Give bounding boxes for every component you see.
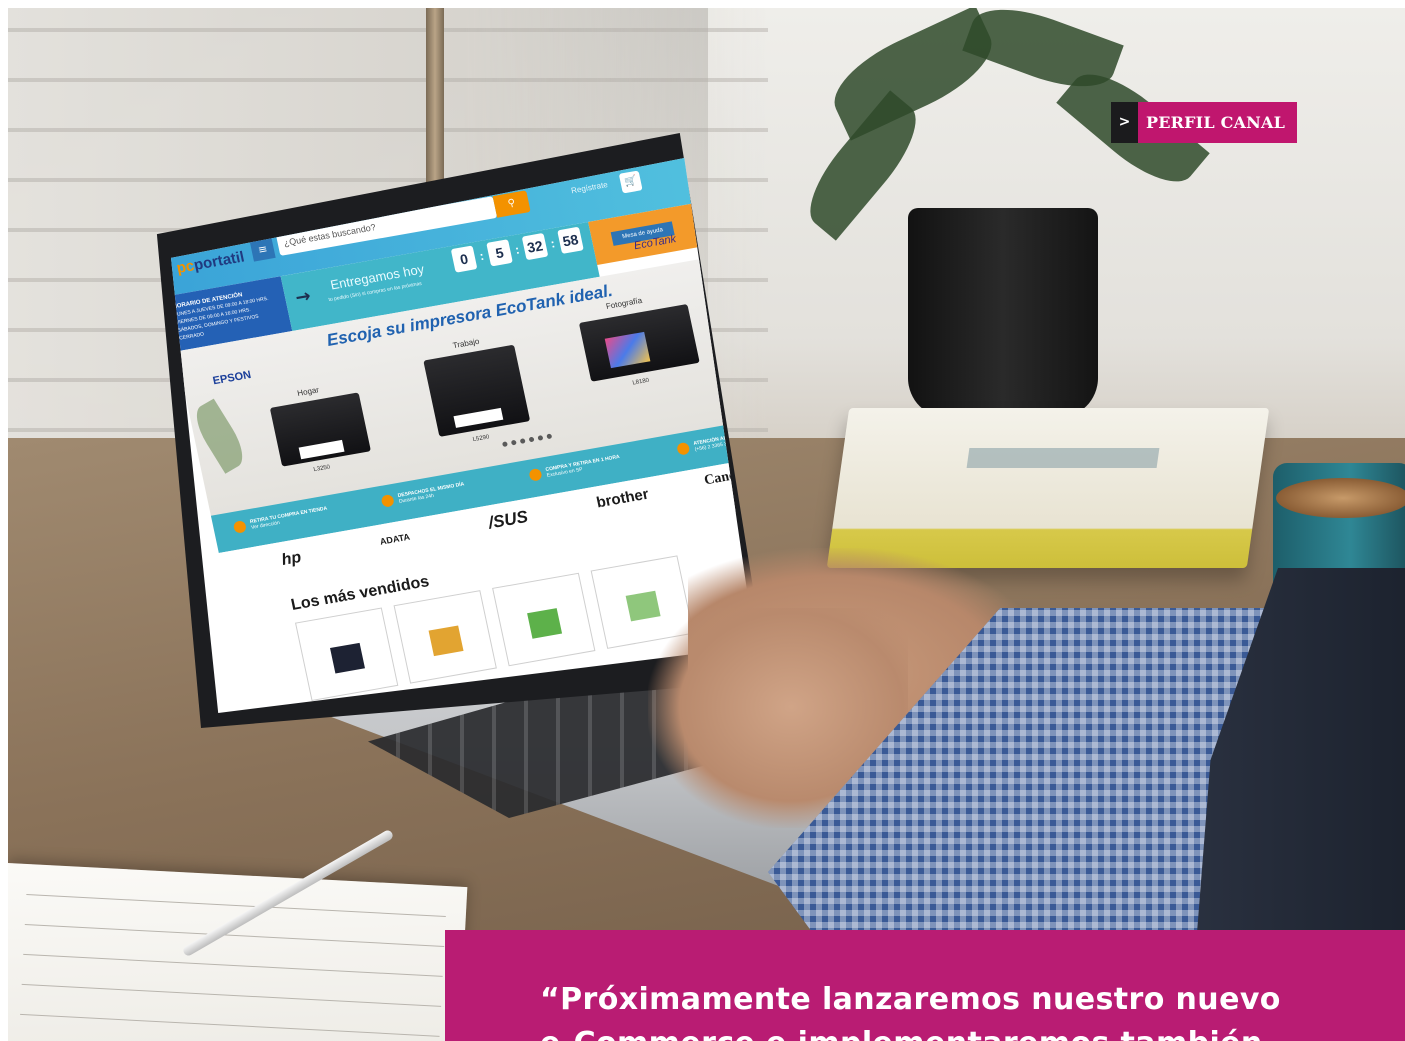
carousel-dot[interactable] [501, 441, 508, 448]
book-label [966, 448, 1160, 468]
countdown-days: 0 [450, 245, 478, 273]
product-image [330, 642, 365, 674]
carousel-dot[interactable] [537, 435, 544, 441]
book [826, 408, 1270, 568]
carousel-dot[interactable] [528, 436, 535, 443]
notebook [8, 863, 468, 1041]
phone-icon [676, 441, 691, 456]
product-image [428, 625, 464, 657]
store-icon [232, 520, 248, 534]
countdown-seconds: 58 [557, 226, 584, 254]
plant-pot [908, 208, 1098, 418]
printer-work-image [423, 344, 531, 437]
pull-quote-text: “Próximamente lanzaremos nuestro nuevo e… [540, 978, 1360, 1041]
quote-line-2: e-Commerce e implementaremos también [540, 1022, 1360, 1041]
clock-icon [528, 467, 543, 482]
countdown-hours: 5 [486, 239, 513, 267]
notebook-line [20, 1013, 440, 1037]
product-card[interactable] [393, 590, 497, 684]
quote-line-1: “Próximamente lanzaremos nuestro nuevo [540, 982, 1281, 1017]
section-tag: > PERFIL CANAL [1111, 102, 1298, 143]
chevron-right-icon: > [1111, 102, 1138, 143]
coffee-surface [1276, 478, 1405, 518]
notebook-line [23, 953, 443, 977]
pull-quote: “Próximamente lanzaremos nuestro nuevo e… [445, 930, 1405, 1041]
carousel-dot[interactable] [519, 438, 526, 444]
hero-photo: pcportatil ≡ ¿Qué estas buscando? ⚲ Regí… [8, 8, 1405, 1041]
truck-icon [380, 493, 395, 508]
carousel-dot[interactable] [510, 439, 517, 446]
notebook-line [21, 983, 442, 1007]
notebook-line [26, 894, 446, 917]
product-card[interactable] [492, 572, 596, 667]
product-card[interactable] [294, 607, 399, 702]
brand-hp-logo[interactable]: hp [280, 549, 303, 570]
section-tag-label: PERFIL CANAL [1138, 102, 1298, 143]
carousel-dot[interactable] [546, 433, 553, 440]
cart-icon[interactable]: 🛒 [618, 170, 643, 194]
countdown-minutes: 32 [521, 232, 549, 261]
product-image [527, 608, 563, 639]
